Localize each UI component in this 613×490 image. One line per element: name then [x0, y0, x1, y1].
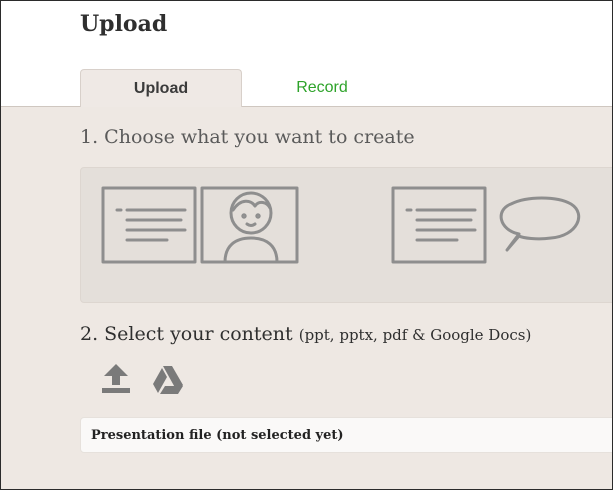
file-selection-bar: Presentation file (not selected yet): [80, 417, 612, 453]
presentation-file-status: Presentation file (not selected yet): [91, 428, 344, 443]
upload-dialog: Upload Upload Record 1. Choose what you …: [0, 0, 613, 490]
google-drive-icon: [153, 366, 183, 394]
tab-bar: Upload Record: [1, 69, 612, 108]
google-drive-button[interactable]: [152, 363, 184, 395]
step-select-heading: 2. Select your content (ppt, pptx, pdf &…: [80, 323, 531, 345]
supported-formats-hint: (ppt, pptx, pdf & Google Docs): [298, 326, 532, 344]
upload-icon: [102, 364, 130, 393]
slides-with-presenter-icon: [101, 186, 299, 264]
option-slides-with-comments[interactable]: [391, 186, 585, 268]
step-select-label: 2. Select your content: [80, 323, 293, 345]
page-title: Upload: [80, 11, 168, 37]
create-type-selector: [80, 167, 612, 303]
step-choose-heading: 1. Choose what you want to create: [80, 126, 415, 148]
option-slides-with-presenter[interactable]: [101, 186, 323, 268]
upload-from-computer-button[interactable]: [100, 363, 132, 395]
slides-with-comments-icon: [391, 186, 581, 264]
upload-panel: 1. Choose what you want to create 2. Sel…: [1, 107, 612, 489]
tab-record[interactable]: Record: [242, 69, 402, 106]
tab-upload[interactable]: Upload: [80, 69, 242, 108]
